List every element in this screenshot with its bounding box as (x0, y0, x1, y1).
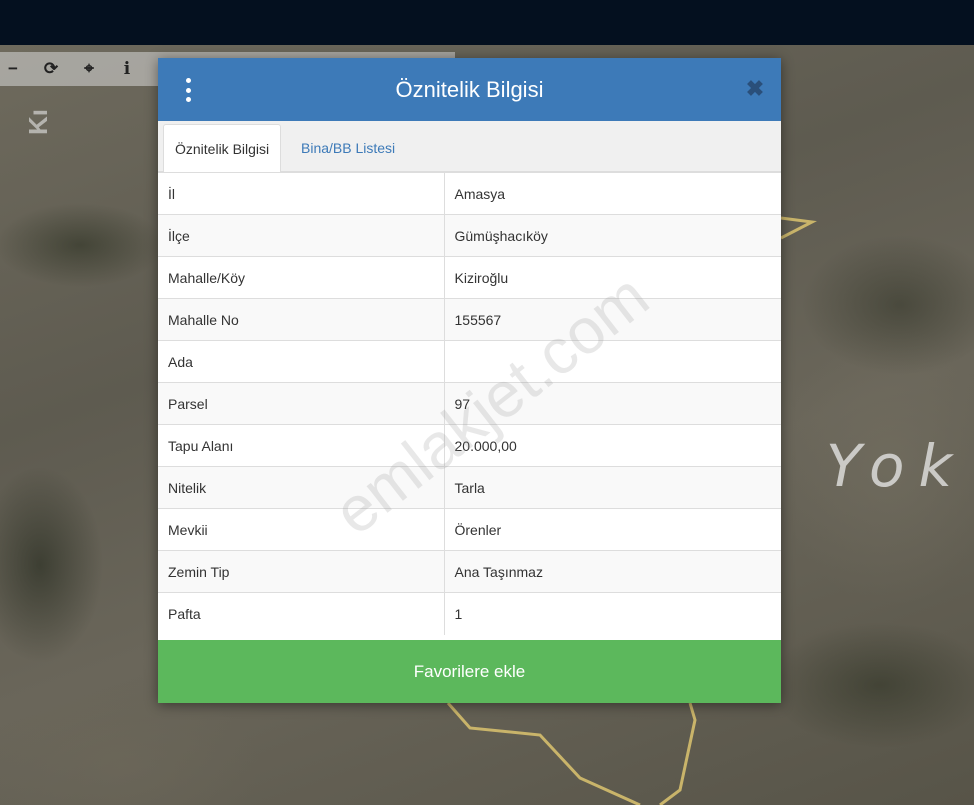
table-row: Mevkii Örenler (158, 508, 781, 551)
map-place-label-left: Kı (23, 109, 53, 135)
table-row: Mahalle/Köy Kiziroğlu (158, 256, 781, 299)
table-row: Nitelik Tarla (158, 466, 781, 509)
add-to-favorites-button[interactable]: Favorilere ekle (158, 640, 781, 703)
attribute-value: 155567 (444, 298, 781, 341)
attribute-key: Mahalle/Köy (158, 256, 445, 299)
tab-building-list[interactable]: Bina/BB Listesi (290, 124, 406, 173)
table-row: Ada (158, 340, 781, 383)
top-navigation-bar (0, 0, 974, 45)
attribute-info-dialog: Öznitelik Bilgisi ✖ Öznitelik Bilgisi Bi… (158, 58, 781, 703)
table-row: Mahalle No 155567 (158, 298, 781, 341)
crosshair-icon[interactable]: ⌖ (70, 52, 108, 86)
attribute-key: Tapu Alanı (158, 424, 445, 467)
attribute-value: Kiziroğlu (444, 256, 781, 299)
attribute-value: Tarla (444, 466, 781, 509)
dialog-title: Öznitelik Bilgisi (395, 77, 544, 102)
attribute-key: Parsel (158, 382, 445, 425)
info-icon[interactable]: i (108, 52, 146, 86)
attribute-value: 97 (444, 382, 781, 425)
attribute-key: İlçe (158, 214, 445, 257)
close-icon[interactable]: ✖ (743, 76, 767, 102)
table-row: İlçe Gümüşhacıköy (158, 214, 781, 257)
attribute-key: Pafta (158, 592, 445, 635)
attribute-table: İl Amasya İlçe Gümüşhacıköy Mahalle/Köy … (158, 172, 781, 635)
table-row: Parsel 97 (158, 382, 781, 425)
refresh-icon[interactable]: ⟳ (32, 52, 70, 86)
attribute-value (444, 340, 781, 383)
attribute-value: Amasya (444, 172, 781, 215)
dialog-header: Öznitelik Bilgisi ✖ (158, 58, 781, 121)
attribute-value: Gümüşhacıköy (444, 214, 781, 257)
map-place-label: Yok (826, 432, 967, 500)
table-row: Pafta 1 (158, 592, 781, 635)
attribute-key: Zemin Tip (158, 550, 445, 593)
attribute-key: Nitelik (158, 466, 445, 509)
attribute-value: 1 (444, 592, 781, 635)
tab-attribute-info[interactable]: Öznitelik Bilgisi (163, 124, 282, 173)
attribute-key: İl (158, 172, 445, 215)
attribute-key: Ada (158, 340, 445, 383)
minus-icon[interactable]: − (0, 52, 32, 86)
dialog-tabs: Öznitelik Bilgisi Bina/BB Listesi (158, 121, 781, 173)
table-row: Tapu Alanı 20.000,00 (158, 424, 781, 467)
attribute-key: Mevkii (158, 508, 445, 551)
attribute-value: Örenler (444, 508, 781, 551)
attribute-key: Mahalle No (158, 298, 445, 341)
table-row: İl Amasya (158, 172, 781, 215)
table-row: Zemin Tip Ana Taşınmaz (158, 550, 781, 593)
attribute-value: 20.000,00 (444, 424, 781, 467)
attribute-value: Ana Taşınmaz (444, 550, 781, 593)
